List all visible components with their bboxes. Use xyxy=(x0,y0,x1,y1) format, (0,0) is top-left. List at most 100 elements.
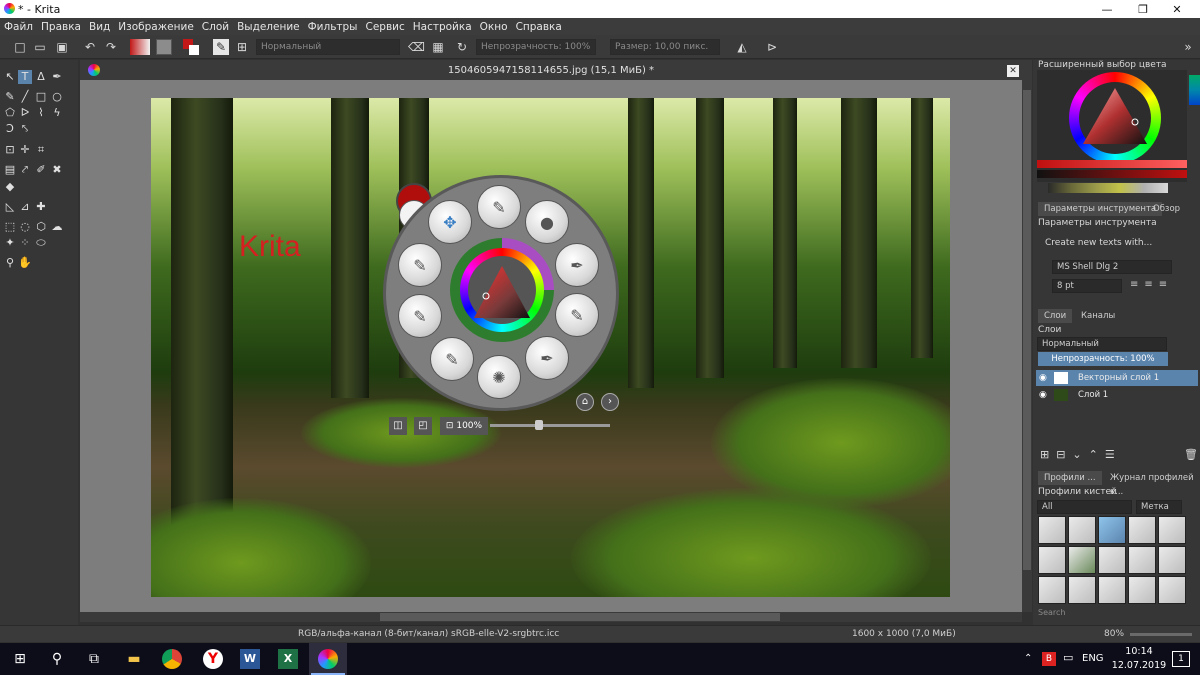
rect-select-tool-icon[interactable]: ⬚ xyxy=(3,220,17,234)
network-icon[interactable]: ▭ xyxy=(1063,651,1073,664)
brush-preset-10[interactable]: ✥ xyxy=(428,200,472,244)
task-view-icon[interactable]: ⧉ xyxy=(84,649,104,669)
brush-thumb[interactable] xyxy=(1128,546,1156,574)
file-explorer-icon[interactable]: ▬ xyxy=(124,649,144,669)
ellipse-select-tool-icon[interactable]: ◌ xyxy=(18,220,32,234)
freehand-path-tool-icon[interactable]: ϟ xyxy=(50,106,64,120)
rectangle-tool-icon[interactable]: □ xyxy=(34,90,48,104)
menu-layer[interactable]: Слой xyxy=(202,21,229,33)
gradient-swatch[interactable] xyxy=(130,39,150,55)
menu-select[interactable]: Выделение xyxy=(237,21,300,33)
reference-tool-icon[interactable]: ✚ xyxy=(34,200,48,214)
layer-actions-icons[interactable]: ⊞⊟⌄⌃☰ xyxy=(1040,448,1160,462)
tab-brush-history[interactable]: Журнал профилей к... xyxy=(1104,471,1200,497)
polyline-tool-icon[interactable]: ᐅ xyxy=(18,106,32,120)
mirror-canvas-icon[interactable]: ◫ xyxy=(389,417,407,435)
text-align-icons[interactable]: ≡≡≡ xyxy=(1130,279,1190,293)
menu-tools[interactable]: Сервис xyxy=(365,21,404,33)
layer-row[interactable]: ◉ Векторный слой 1 xyxy=(1036,370,1198,386)
opacity-field[interactable]: Непрозрачность: 100% xyxy=(476,39,596,55)
blend-mode-select[interactable]: Нормальный xyxy=(256,39,400,55)
tab-overview[interactable]: Обзор xyxy=(1147,202,1186,216)
notifications-icon[interactable]: 1 xyxy=(1172,651,1190,667)
similar-select-tool-icon[interactable]: ⁘ xyxy=(18,236,32,250)
polygon-tool-icon[interactable]: ⬠ xyxy=(3,106,17,120)
close-document-icon[interactable]: ✕ xyxy=(1007,65,1019,77)
menu-view[interactable]: Вид xyxy=(89,21,110,33)
brush-thumb[interactable] xyxy=(1158,576,1186,604)
reload-icon[interactable]: ↻ xyxy=(454,39,470,55)
freehand-select-tool-icon[interactable]: ☁ xyxy=(50,220,64,234)
chrome-icon[interactable] xyxy=(162,649,182,669)
layer-opacity-slider[interactable]: Непрозрачность: 100% xyxy=(1038,352,1168,366)
brush-thumb[interactable] xyxy=(1098,546,1126,574)
line-tool-icon[interactable]: ╱ xyxy=(18,90,32,104)
tray-app-icon[interactable]: B xyxy=(1042,652,1056,666)
magic-wand-tool-icon[interactable]: ✦ xyxy=(3,236,17,250)
visibility-eye-icon[interactable]: ◉ xyxy=(1039,390,1051,400)
tab-tool-options[interactable]: Параметры инструмента xyxy=(1038,202,1163,216)
value-slider[interactable] xyxy=(1037,170,1187,178)
brush-thumb-selected[interactable] xyxy=(1098,516,1126,544)
color-picker-tool-icon[interactable]: ⤤ xyxy=(18,163,32,177)
windows-start-icon[interactable]: ⊞ xyxy=(10,649,30,669)
brush-preset-2[interactable]: ● xyxy=(525,200,569,244)
clock-time[interactable]: 10:14 xyxy=(1114,646,1164,657)
crop-tool-icon[interactable]: ⌗ xyxy=(34,143,48,157)
move-tool-icon[interactable]: ✛ xyxy=(18,143,32,157)
tray-overflow-icon[interactable]: ⌃ xyxy=(1024,653,1032,664)
calligraphy-tool-icon[interactable]: ✒ xyxy=(50,70,64,84)
brush-thumb[interactable] xyxy=(1038,576,1066,604)
pattern-swatch[interactable] xyxy=(156,39,172,55)
menu-image[interactable]: Изображение xyxy=(118,21,194,33)
palette-zoom-slider[interactable] xyxy=(490,424,610,427)
horizontal-scrollbar[interactable] xyxy=(80,612,1022,622)
menu-filters[interactable]: Фильтры xyxy=(308,21,358,33)
color-history-strip[interactable] xyxy=(1048,183,1168,193)
assistant-tool-2-icon[interactable]: ◺ xyxy=(3,200,17,214)
brush-thumb[interactable] xyxy=(1098,576,1126,604)
menu-file[interactable]: Файл xyxy=(4,21,33,33)
layer-blend-select[interactable]: Нормальный xyxy=(1037,337,1167,351)
zoom-slider[interactable] xyxy=(1130,633,1192,636)
brush-thumb[interactable] xyxy=(1038,546,1066,574)
language-indicator[interactable]: ENG xyxy=(1082,653,1104,664)
brush-thumb[interactable] xyxy=(1068,546,1096,574)
polygon-select-tool-icon[interactable]: ⬡ xyxy=(34,220,48,234)
open-document-icon[interactable]: ▭ xyxy=(32,39,48,55)
brush-preset-8[interactable]: ✎ xyxy=(398,294,442,338)
fg-bg-color-icon[interactable] xyxy=(183,39,199,55)
undo-icon[interactable]: ↶ xyxy=(82,39,98,55)
alpha-lock-icon[interactable]: ▦ xyxy=(430,39,446,55)
brush-preset-7[interactable]: ✎ xyxy=(430,337,474,381)
brush-preset-5[interactable]: ✒ xyxy=(525,336,569,380)
brush-thumb[interactable] xyxy=(1158,516,1186,544)
brush-thumb[interactable] xyxy=(1128,516,1156,544)
select-shapes-tool-icon[interactable]: ↖ xyxy=(3,70,17,84)
advanced-color-triangle[interactable] xyxy=(1079,84,1151,148)
freehand-brush-tool-icon[interactable]: ✎ xyxy=(3,90,17,104)
color-patches[interactable] xyxy=(1189,75,1200,105)
brush-preset-3[interactable]: ✒ xyxy=(555,243,599,287)
mirror-horizontal-icon[interactable]: ◭ xyxy=(734,39,750,55)
bezier-select-tool-icon[interactable]: ⬭ xyxy=(34,236,48,250)
tab-channels[interactable]: Каналы xyxy=(1075,309,1121,323)
next-icon[interactable]: › xyxy=(601,393,619,411)
visibility-eye-icon[interactable]: ◉ xyxy=(1039,373,1051,383)
menu-window[interactable]: Окно xyxy=(480,21,508,33)
layout-icon[interactable]: ⊞ xyxy=(234,39,250,55)
brush-thumb[interactable] xyxy=(1068,516,1096,544)
canvas-only-icon[interactable]: ◰ xyxy=(414,417,432,435)
clock-date[interactable]: 12.07.2019 xyxy=(1110,660,1168,671)
fill-tool-icon[interactable]: ◆ xyxy=(3,180,17,194)
brush-thumb[interactable] xyxy=(1038,516,1066,544)
edit-shapes-tool-icon[interactable]: ᐃ xyxy=(34,70,48,84)
gradient-tool-icon[interactable]: ▤ xyxy=(3,163,17,177)
redo-icon[interactable]: ↷ xyxy=(103,39,119,55)
excel-icon[interactable]: X xyxy=(278,649,298,669)
word-icon[interactable]: W xyxy=(240,649,260,669)
perspective-tool-icon[interactable]: ⊿ xyxy=(18,200,32,214)
save-icon[interactable]: ▣ xyxy=(54,39,70,55)
mirror-vertical-icon[interactable]: ⊳ xyxy=(764,39,780,55)
canvas-krita-text[interactable]: Krita xyxy=(239,230,301,264)
